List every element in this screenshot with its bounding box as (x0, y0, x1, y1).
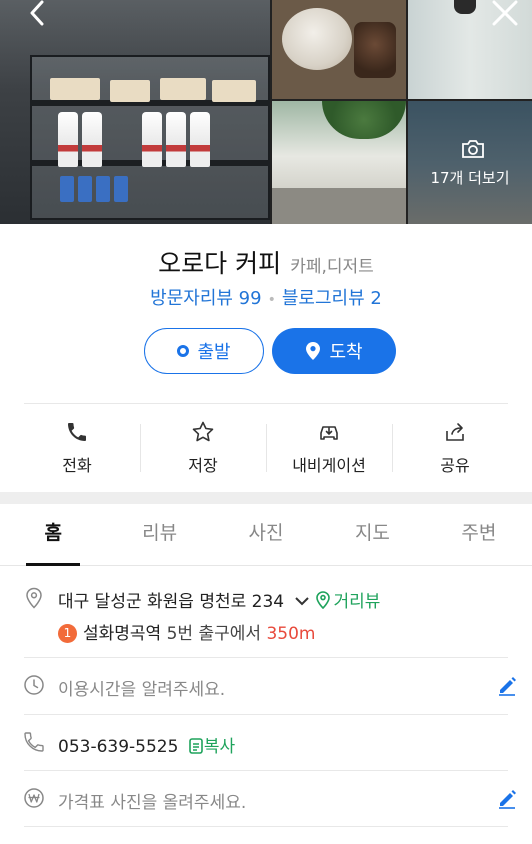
divider (24, 770, 508, 771)
navigation-label: 내비게이션 (292, 456, 366, 475)
subway-line-badge: 1 (58, 624, 77, 643)
tab-photo[interactable]: 사진 (213, 504, 319, 565)
arrive-button[interactable]: 도착 (272, 328, 396, 374)
action-bar: 전화 저장 내비게이션 공유 (14, 420, 518, 476)
call-label: 전화 (62, 456, 92, 475)
hours-prompt: 이용시간을 알려주세요. (58, 680, 226, 700)
street-view-icon (315, 591, 330, 610)
location-pin-icon (306, 342, 321, 360)
can-shape (96, 176, 110, 202)
back-arrow-icon[interactable] (22, 0, 56, 28)
cake-shape (110, 80, 150, 102)
plant-shape (322, 101, 406, 139)
lamp-shape (454, 0, 476, 14)
pencil-icon[interactable] (496, 787, 518, 809)
subway-station: 설화명곡역 (83, 624, 162, 644)
section-divider (0, 492, 532, 504)
subway-exit: 5번 출구에서 (166, 624, 262, 644)
address-line: 대구 달성군 화원읍 명천로 234 거리뷰 (58, 587, 380, 612)
camera-icon (462, 140, 484, 158)
photo-interior[interactable] (272, 101, 406, 224)
divider (24, 714, 508, 715)
more-photos-label: 17개 더보기 (430, 169, 510, 187)
depart-label: 출발 (197, 342, 231, 363)
photo-dessert[interactable] (272, 0, 406, 99)
divider (24, 657, 508, 658)
tab-nearby[interactable]: 주변 (426, 504, 532, 565)
depart-button[interactable]: 출발 (144, 328, 264, 374)
separator-dot: • (267, 292, 276, 308)
won-icon (24, 788, 44, 808)
blog-review-link[interactable]: 블로그리뷰 2 (282, 288, 382, 309)
share-label: 공유 (440, 456, 470, 475)
save-button[interactable]: 저장 (140, 420, 266, 476)
can-shape (114, 176, 128, 202)
tab-home[interactable]: 홈 (0, 504, 106, 566)
share-icon (446, 423, 464, 441)
coffee-cup-shape (354, 22, 396, 78)
copy-button[interactable]: 복사 (204, 737, 235, 757)
origin-dot-icon (177, 345, 190, 357)
copy-icon (189, 738, 203, 754)
divider (24, 826, 508, 827)
can-shape (60, 176, 74, 202)
phone-number[interactable]: 053-639-5525 (58, 737, 178, 757)
floor-shape (272, 188, 406, 224)
tab-map[interactable]: 지도 (319, 504, 425, 565)
car-icon (320, 426, 338, 440)
street-view-link[interactable]: 거리뷰 (334, 592, 381, 612)
share-button[interactable]: 공유 (392, 420, 518, 476)
pencil-icon[interactable] (496, 674, 518, 696)
bottle-shape (142, 112, 162, 167)
place-title: 오로다 커피 카페,디저트 (0, 244, 532, 280)
place-category: 카페,디저트 (290, 257, 374, 277)
bottle-shape (82, 112, 102, 167)
photo-gallery[interactable]: 17개 더보기 (0, 0, 532, 224)
close-icon[interactable] (488, 0, 522, 28)
bottle-shape (58, 112, 78, 167)
photo-overlay (408, 101, 532, 224)
call-button[interactable]: 전화 (14, 420, 140, 476)
clock-icon (24, 675, 44, 695)
save-label: 저장 (188, 456, 218, 475)
bingsu-bowl-shape (282, 8, 352, 70)
address-text: 대구 달성군 화원읍 명천로 234 (58, 592, 285, 612)
star-icon (192, 421, 214, 442)
phone-line: 053-639-5525 복사 (58, 732, 235, 757)
phone-icon (24, 732, 44, 752)
bottle-shape (190, 112, 210, 167)
subway-info: 1 설화명곡역 5번 출구에서 350m (58, 619, 315, 644)
subway-distance: 350m (266, 624, 316, 644)
visitor-review-link[interactable]: 방문자리뷰 99 (150, 288, 261, 309)
navigation-button[interactable]: 내비게이션 (266, 420, 392, 476)
review-links: 방문자리뷰 99 • 블로그리뷰 2 (0, 284, 532, 310)
chevron-down-icon[interactable] (294, 595, 310, 607)
tab-bar: 홈 리뷰 사진 지도 주변 (0, 504, 532, 566)
photo-more[interactable]: 17개 더보기 (408, 101, 532, 224)
price-prompt: 가격표 사진을 올려주세요. (58, 793, 247, 813)
arrive-label: 도착 (329, 342, 363, 363)
cake-shape (50, 78, 100, 100)
bottle-shape (166, 112, 186, 167)
map-pin-icon (26, 587, 42, 609)
place-name: 오로다 커피 (158, 249, 282, 278)
divider (24, 403, 508, 404)
can-shape (78, 176, 92, 202)
cake-shape (212, 80, 256, 102)
tab-review[interactable]: 리뷰 (106, 504, 212, 565)
cake-shape (160, 78, 206, 100)
photo-display-case[interactable] (0, 0, 270, 224)
phone-icon (68, 423, 86, 441)
